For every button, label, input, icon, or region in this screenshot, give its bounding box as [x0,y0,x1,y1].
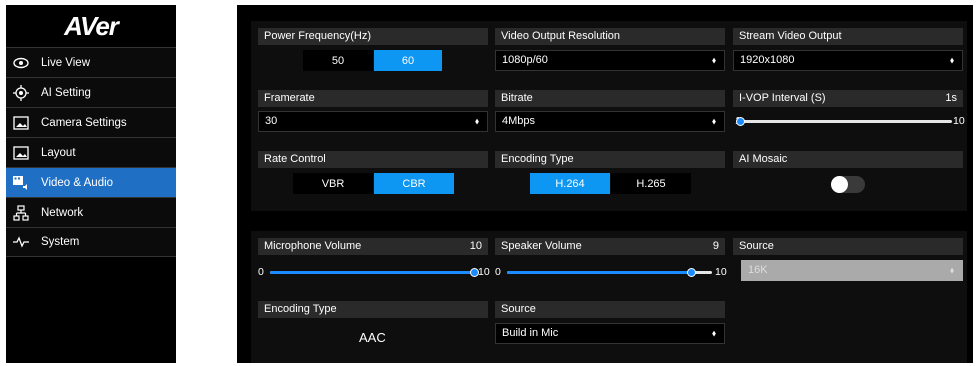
framerate-value: 30 [265,115,278,127]
select-arrows-icon: ⬧ [711,55,716,65]
slider-fill [270,271,475,274]
rate-control-cbr-button[interactable]: CBR [374,173,454,194]
source-rate-label: Source [739,240,774,252]
settings-main: Power Frequency(Hz) 50 60 Video Output R… [237,5,973,363]
source-rate-header: Source [733,238,963,255]
select-arrows-icon: ⬧ [949,55,954,65]
sidebar-item-video-audio[interactable]: Video & Audio [6,167,176,197]
video-settings-panel: Power Frequency(Hz) 50 60 Video Output R… [251,21,967,211]
app-window: AVer Live View AI Setting Camera Setting… [0,0,979,366]
audio-settings-panel: Microphone Volume 10 0 10 Speaker Volume 9… [251,231,967,363]
framerate-header: Framerate [258,90,488,107]
sidebar-item-live-view[interactable]: Live View [6,47,176,77]
audio-source-header: Source [495,301,725,318]
sidebar-item-label: Video & Audio [41,176,114,189]
slider-handle[interactable] [736,117,745,126]
audio-source-select[interactable]: Build in Mic ⬧ [495,323,725,344]
encoding-type-label: Encoding Type [501,153,574,165]
eye-icon [13,55,29,71]
speaker-min-label: 0 [495,266,501,278]
bitrate-value: 4Mbps [502,115,536,127]
stream-output-value: 1920x1080 [740,54,795,66]
stream-output-header: Stream Video Output [733,28,963,45]
source-rate-select[interactable]: 16K ⬧ [741,260,963,281]
encoding-type-header: Encoding Type [495,151,725,168]
bitrate-select[interactable]: 4Mbps ⬧ [495,111,725,132]
sidebar-item-ai-setting[interactable]: AI Setting [6,77,176,107]
power-frequency-header: Power Frequency(Hz) [258,28,488,45]
power-frequency-label: Power Frequency(Hz) [264,30,371,42]
rate-control-label: Rate Control [264,153,326,165]
output-resolution-label: Video Output Resolution [501,30,621,42]
slider-fill [507,271,692,274]
output-resolution-header: Video Output Resolution [495,28,725,45]
audio-encoding-header: Encoding Type [258,301,488,318]
slider-track[interactable] [741,120,952,123]
ivop-interval-label: I-VOP Interval (S) [739,92,826,104]
ai-mosaic-toggle[interactable] [831,176,865,193]
speaker-volume-value: 9 [712,240,719,252]
ivop-interval-value: 1s [945,92,957,104]
sidebar-item-layout[interactable]: Layout [6,137,176,167]
bitrate-label: Bitrate [501,92,533,104]
framerate-label: Framerate [264,92,315,104]
select-arrows-icon: ⬧ [711,328,716,338]
sidebar-item-label: Live View [41,56,91,69]
encoding-h265-button[interactable]: H.265 [611,173,691,194]
ai-mosaic-label: AI Mosaic [739,153,788,165]
power-frequency-60-button[interactable]: 60 [374,50,442,71]
source-rate-value: 16K [748,264,768,276]
stream-output-label: Stream Video Output [739,30,842,42]
audio-encoding-label: Encoding Type [264,303,337,315]
audio-source-value: Build in Mic [502,327,559,339]
sidebar-item-label: Network [41,206,84,219]
network-icon [13,204,29,221]
sidebar: AVer Live View AI Setting Camera Setting… [6,5,176,363]
mic-volume-header: Microphone Volume 10 [258,238,488,255]
output-resolution-select[interactable]: 1080p/60 ⬧ [495,50,725,71]
framerate-select[interactable]: 30 ⬧ [258,111,488,132]
mic-volume-value: 10 [469,240,482,252]
toggle-knob [831,176,848,193]
video-audio-icon [13,175,29,191]
pulse-icon [13,234,29,250]
ai-mosaic-header: AI Mosaic [733,151,963,168]
ivop-interval-header: I-VOP Interval (S) 1s [733,90,963,107]
sidebar-item-label: Layout [41,146,76,159]
select-arrows-icon: ⬧ [949,265,954,275]
aver-logo: AVer [64,10,119,41]
slider-handle[interactable] [470,268,479,277]
ai-target-icon [13,84,29,101]
select-arrows-icon: ⬧ [474,116,479,126]
image-icon [13,115,29,131]
stream-output-select[interactable]: 1920x1080 ⬧ [733,50,963,71]
audio-source-label: Source [501,303,536,315]
speaker-max-label: 10 [715,266,727,278]
sidebar-item-label: System [41,236,80,248]
mic-volume-label: Microphone Volume [264,240,362,252]
rate-control-vbr-button[interactable]: VBR [293,173,373,194]
select-arrows-icon: ⬧ [711,116,716,126]
rate-control-header: Rate Control [258,151,488,168]
sidebar-item-system[interactable]: System [6,227,176,257]
layout-icon [13,145,29,161]
encoding-h264-button[interactable]: H.264 [530,173,610,194]
mic-min-label: 0 [258,266,264,278]
sidebar-item-camera-settings[interactable]: Camera Settings [6,107,176,137]
ivop-max-label: 10 [953,115,965,127]
slider-handle[interactable] [686,268,696,277]
sidebar-item-label: AI Setting [41,86,91,99]
sidebar-item-label: Camera Settings [41,116,127,129]
output-resolution-value: 1080p/60 [502,54,548,66]
mic-max-label: 10 [478,266,490,278]
speaker-volume-header: Speaker Volume 9 [495,238,725,255]
sidebar-item-network[interactable]: Network [6,197,176,227]
audio-encoding-value: AAC [359,330,386,345]
speaker-volume-label: Speaker Volume [501,240,582,252]
power-frequency-50-button[interactable]: 50 [303,50,373,71]
bitrate-header: Bitrate [495,90,725,107]
